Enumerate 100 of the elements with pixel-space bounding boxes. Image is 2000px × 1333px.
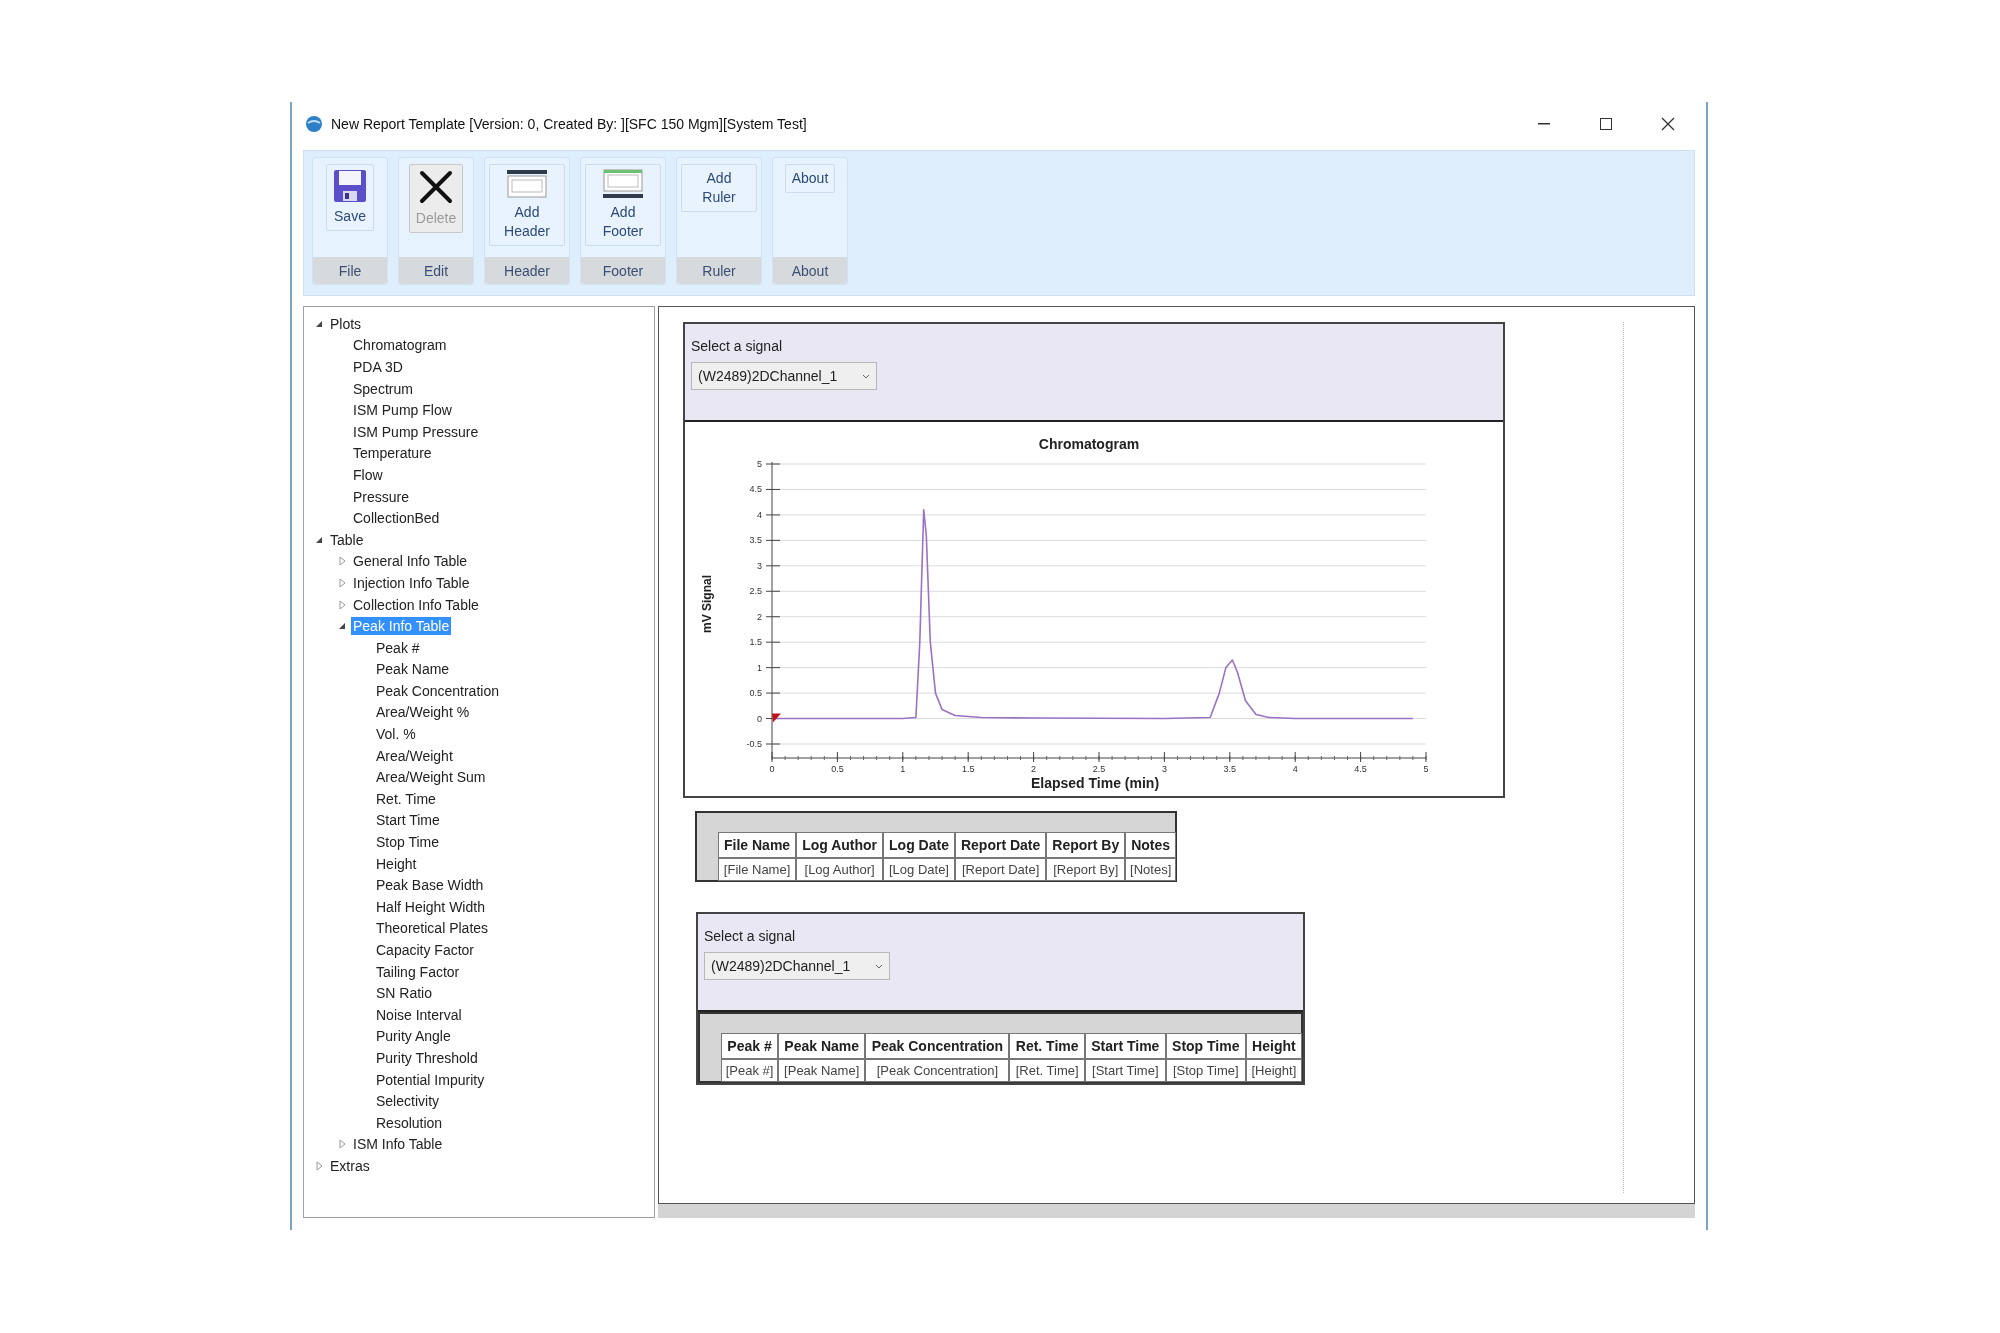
tick-label: 2: [757, 611, 762, 622]
tick-label: -0.5: [746, 739, 762, 749]
maximize-icon: [1600, 118, 1612, 130]
ribbon-button[interactable]: About: [784, 164, 836, 193]
tree-item[interactable]: Tailing Factor: [374, 962, 462, 981]
table-cell: [Report Date]: [955, 859, 1046, 880]
tick-label: 0.5: [749, 688, 762, 699]
group-label: File: [313, 257, 387, 284]
tick-label: 4: [757, 509, 762, 520]
table-cell: [Ret. Time]: [1010, 1060, 1084, 1081]
collapsed-arrow-icon[interactable]: [338, 577, 346, 588]
tree-item[interactable]: Noise Interval: [374, 1005, 464, 1024]
tree-item[interactable]: Peak Base Width: [374, 876, 486, 895]
tree-item[interactable]: Temperature: [351, 444, 434, 463]
tree-item[interactable]: ISM Info Table: [351, 1135, 445, 1154]
expanded-arrow-icon[interactable]: [315, 535, 323, 544]
tick-label: 1.5: [961, 764, 975, 774]
ribbon-button[interactable]: Add Footer: [585, 164, 661, 246]
column-header: Log Date: [884, 833, 954, 857]
group-label: Edit: [399, 257, 473, 284]
tree-item[interactable]: Theoretical Plates: [374, 919, 491, 938]
tree-item[interactable]: Vol. %: [374, 725, 418, 744]
signal-dropdown[interactable]: (W2489)2DChannel_1: [691, 362, 877, 390]
table-cell: [Height]: [1246, 1060, 1301, 1081]
collapsed-arrow-icon[interactable]: [338, 1139, 346, 1150]
tick-label: 4: [1292, 764, 1298, 774]
minimize-icon: [1538, 123, 1550, 125]
tick-label: 0.5: [831, 764, 844, 774]
app-icon: [305, 115, 323, 133]
column-header: Start Time: [1085, 1034, 1165, 1058]
y-axis-label: mV Signal: [700, 575, 714, 633]
tick-label: 1: [757, 662, 762, 673]
table-cell: [Stop Time]: [1166, 1060, 1245, 1081]
tick-label: 4.5: [1354, 764, 1367, 774]
column-header: Stop Time: [1166, 1034, 1245, 1058]
tree-item[interactable]: CollectionBed: [351, 509, 442, 528]
tree-item[interactable]: Spectrum: [351, 379, 415, 398]
tree-item[interactable]: Area/Weight %: [374, 703, 472, 722]
tree-item[interactable]: Height: [374, 854, 419, 873]
page-footer-icon: [602, 169, 644, 199]
table-cell: [Peak Concentration]: [866, 1060, 1009, 1081]
tree-item[interactable]: Flow: [351, 465, 385, 484]
expanded-arrow-icon[interactable]: [338, 622, 346, 631]
tree-item[interactable]: Chromatogram: [351, 336, 449, 355]
tree-item[interactable]: Capacity Factor: [374, 941, 477, 959]
column-header: Peak Concentration: [866, 1034, 1009, 1058]
ribbon-button[interactable]: Add Header: [489, 164, 565, 246]
tree-item[interactable]: Collection Info Table: [351, 595, 481, 614]
table-cell: [Log Author]: [797, 859, 883, 880]
tree-item[interactable]: Peak #: [374, 638, 422, 657]
chevron-down-icon: [862, 373, 870, 379]
tree-item[interactable]: Peak Name: [374, 660, 452, 679]
tree-item[interactable]: Potential Impurity: [374, 1070, 487, 1089]
column-header: Report Date: [955, 833, 1046, 857]
tree-item[interactable]: Area/Weight Sum: [374, 768, 488, 787]
tick-label: 2: [1031, 764, 1037, 774]
tick-label: 3: [1161, 764, 1167, 774]
column-header: Log Author: [797, 833, 883, 857]
tree-item[interactable]: Ret. Time: [374, 789, 438, 808]
expanded-arrow-icon[interactable]: [315, 319, 323, 328]
column-header: Notes: [1126, 833, 1176, 857]
tick-label: 2.5: [749, 586, 762, 597]
tree-item[interactable]: Stop Time: [374, 833, 442, 852]
signal-dropdown[interactable]: (W2489)2DChannel_1: [704, 952, 890, 980]
column-header: File Name: [719, 833, 796, 857]
column-header: Height: [1246, 1034, 1301, 1058]
tree-item[interactable]: Half Height Width: [374, 897, 487, 916]
column-header: Peak Name: [779, 1034, 865, 1058]
collapsed-arrow-icon[interactable]: [315, 1160, 323, 1171]
tick-label: 0: [757, 713, 762, 724]
tree-item[interactable]: Pressure: [351, 487, 412, 506]
ribbon-button[interactable]: Save: [326, 164, 374, 231]
table-cell: [Report By]: [1047, 859, 1125, 880]
tree-item[interactable]: Resolution: [374, 1113, 445, 1132]
tree-item[interactable]: ISM Pump Flow: [351, 401, 454, 420]
tree-item[interactable]: Injection Info Table: [351, 573, 472, 592]
tree-item[interactable]: Peak Concentration: [374, 681, 501, 700]
tree-item[interactable]: Selectivity: [374, 1092, 442, 1111]
tree-item[interactable]: Plots: [328, 314, 364, 333]
tree-item[interactable]: SN Ratio: [374, 984, 435, 1003]
group-label: Footer: [581, 257, 665, 284]
collapsed-arrow-icon[interactable]: [338, 556, 346, 567]
tree-item[interactable]: Start Time: [374, 811, 442, 830]
tick-label: 4.5: [749, 484, 762, 495]
tree-item[interactable]: ISM Pump Pressure: [351, 422, 481, 441]
ribbon-button[interactable]: Add Ruler: [681, 164, 757, 212]
tree-item[interactable]: Purity Threshold: [374, 1049, 480, 1067]
tree-item[interactable]: Purity Angle: [374, 1027, 453, 1046]
close-icon: [1661, 117, 1675, 131]
tree-item[interactable]: Area/Weight: [374, 746, 455, 765]
table-cell: [Notes]: [1126, 859, 1176, 880]
table-cell: [Start Time]: [1085, 1060, 1165, 1081]
tree-item[interactable]: Extras: [328, 1156, 372, 1175]
group-label: Header: [485, 257, 569, 284]
save-icon: [333, 169, 367, 203]
tree-item[interactable]: PDA 3D: [351, 358, 405, 376]
tree-item[interactable]: General Info Table: [351, 552, 470, 571]
page-header-icon: [506, 169, 548, 199]
collapsed-arrow-icon[interactable]: [338, 599, 346, 610]
tree-item[interactable]: Table: [328, 530, 366, 549]
